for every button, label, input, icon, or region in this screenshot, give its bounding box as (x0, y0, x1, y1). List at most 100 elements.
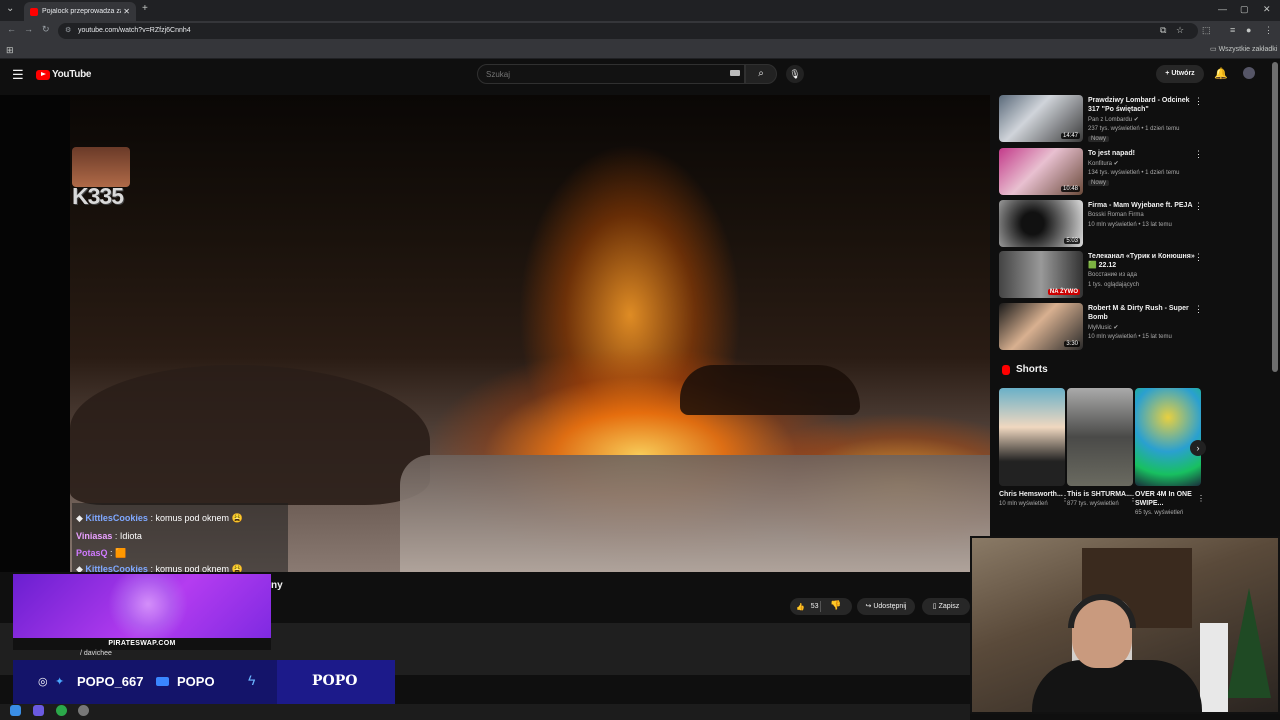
recommendation-channel[interactable]: Bosski Roman Firma (1088, 212, 1144, 218)
short-thumbnail[interactable] (1067, 388, 1133, 486)
recommendation-title[interactable]: Телеканал «Турик и Конюшня» 🟩 22.12 (1088, 252, 1198, 270)
recommendation-thumbnail[interactable]: 5:03 (999, 200, 1083, 247)
recommendation-title[interactable]: Robert M & Dirty Rush - Super Bomb (1088, 304, 1198, 322)
bookmarks-bar (0, 41, 1280, 59)
recommendation-channel[interactable]: MyMusic ✔ (1088, 324, 1118, 331)
recommendation-item[interactable]: 5:03 Firma - Mam Wyjebane ft. PEJA Bossk… (999, 200, 1209, 250)
notifications-bell-icon[interactable]: 🔔 (1214, 67, 1228, 80)
mic-icon: 🎙 (789, 69, 801, 79)
like-separator (820, 601, 821, 612)
maximize-button[interactable]: ▢ (1240, 4, 1249, 15)
bookmark-star-icon[interactable]: ☆ (1176, 25, 1184, 36)
browser-tab[interactable]: Pojalock przeprowadza zamach ✕ (24, 2, 136, 21)
window-close-button[interactable]: ✕ (1263, 4, 1271, 15)
taskbar (0, 704, 970, 720)
short-views: 877 tys. wyświetleń (1067, 501, 1119, 507)
recommendation-title[interactable]: Firma - Mam Wyjebane ft. PEJA (1088, 201, 1198, 210)
search-input[interactable] (477, 64, 745, 84)
recommendation-thumbnail[interactable]: NA ŻYWO (999, 251, 1083, 298)
recommendation-channel[interactable]: Pan z Lombardu ✔ (1088, 116, 1139, 123)
extensions-icon[interactable]: ⬚ (1202, 25, 1211, 36)
duration-badge: 10:48 (1060, 186, 1080, 192)
profile-icon[interactable]: ● (1246, 25, 1251, 35)
page-scrollbar[interactable] (1272, 62, 1278, 372)
video-title: ny (271, 580, 283, 591)
youtube-logo[interactable]: YouTube (36, 69, 92, 80)
chat-message: komus pod oknem 😩 (155, 513, 243, 523)
webcam-feed (970, 536, 1280, 714)
like-icon[interactable]: 👍 (796, 603, 805, 611)
recommendation-item[interactable]: NA ŻYWO Телеканал «Турик и Конюшня» 🟩 22… (999, 251, 1209, 301)
account-avatar[interactable] (1243, 67, 1255, 79)
more-options-icon[interactable]: ⋮ (1194, 201, 1203, 212)
recommendation-title[interactable]: To jest napad! (1088, 149, 1198, 158)
minimize-button[interactable]: — (1218, 4, 1227, 14)
apps-grid-icon[interactable]: ⊞ (6, 45, 14, 56)
share-button[interactable]: ↪ Udostępnij (857, 598, 915, 615)
shorts-next-button[interactable]: › (1190, 440, 1206, 456)
search-button[interactable]: ⌕ (745, 64, 777, 84)
youtube-favicon-icon (30, 7, 38, 16)
close-tab-icon[interactable]: ✕ (123, 7, 130, 16)
reload-icon[interactable]: ↻ (42, 24, 50, 35)
recommendation-thumbnail[interactable]: 3:30 (999, 303, 1083, 350)
video-player[interactable] (0, 95, 990, 572)
app-icon[interactable] (33, 705, 44, 716)
start-icon[interactable] (10, 705, 21, 716)
save-button[interactable]: ▯ Zapisz (922, 598, 970, 615)
sponsor-url: PIRATESWAP.COM (108, 640, 176, 647)
compass-graphic (108, 574, 188, 644)
tab-search-icon[interactable]: ⌄ (6, 3, 14, 14)
recommendation-channel[interactable]: Konfitura ✔ (1088, 160, 1119, 167)
dislike-icon[interactable]: 👎 (830, 600, 841, 611)
install-app-icon[interactable]: ⧉ (1160, 25, 1166, 36)
hamburger-menu-icon[interactable]: ☰ (12, 67, 24, 83)
tab-title: Pojalock przeprowadza zamach (42, 8, 121, 15)
more-options-icon[interactable]: ⋮ (1194, 96, 1203, 107)
streamer-body (1032, 660, 1202, 712)
recommendation-item[interactable]: 14:47 Prawdziwy Lombard - Odcinek 317 "P… (999, 95, 1209, 145)
chat-message: 🟧 (115, 548, 127, 558)
menu-icon[interactable]: ⋮ (1264, 25, 1273, 36)
recommendation-title[interactable]: Prawdziwy Lombard - Odcinek 317 "Po świę… (1088, 96, 1198, 114)
keyboard-icon[interactable] (730, 70, 740, 76)
short-title[interactable]: This is SHTURMA... (1067, 490, 1133, 499)
recommendation-channel[interactable]: Восстание из ада (1088, 272, 1137, 278)
more-options-icon[interactable]: ⋮ (1194, 149, 1203, 160)
video-dark-mound (70, 365, 430, 505)
recommendation-meta: 10 mln wyświetleń • 15 lat temu (1088, 334, 1172, 340)
back-icon[interactable]: ← (7, 24, 16, 34)
short-title[interactable]: Chris Hemsworth... (999, 490, 1065, 499)
short-item[interactable]: Chris Hemsworth... 10 mln wyświetleń ⋮ (999, 388, 1069, 508)
short-title[interactable]: OVER 4M In ONE SWIPE... (1135, 490, 1201, 508)
short-thumbnail[interactable] (999, 388, 1065, 486)
video-snow (400, 455, 990, 572)
site-info-icon[interactable]: ⚙ (65, 23, 71, 39)
chrome-icon[interactable] (56, 705, 67, 716)
like-dislike-group[interactable]: 👍 53 👎 (790, 598, 852, 615)
recommendation-thumbnail[interactable]: 14:47 (999, 95, 1083, 142)
all-bookmarks-button[interactable]: ▭ Wszystkie zakładki (1210, 45, 1277, 53)
more-options-icon[interactable]: ⋮ (1194, 304, 1203, 315)
recommendation-item[interactable]: 3:30 Robert M & Dirty Rush - Super Bomb … (999, 303, 1209, 353)
app-icon[interactable] (78, 705, 89, 716)
short-thumbnail[interactable] (1135, 388, 1201, 486)
new-tab-button[interactable]: + (142, 3, 148, 14)
create-button[interactable]: + Utwórz (1156, 65, 1204, 83)
new-badge: Nowy (1088, 136, 1110, 142)
recommendation-item[interactable]: 10:48 To jest napad! Konfitura ✔ 134 tys… (999, 148, 1209, 198)
more-options-icon[interactable]: ⋮ (1194, 252, 1203, 263)
shorts-header: Shorts (1002, 364, 1048, 375)
stream-chat-overlay: ◆ KittlesCookies : komus pod oknem 😩 Vin… (72, 503, 288, 575)
short-item[interactable]: This is SHTURMA... 877 tys. wyświetleń ⋮ (1067, 388, 1137, 508)
chat-line: PotasQ : 🟧 (76, 548, 127, 558)
address-bar[interactable]: ⚙ youtube.com/watch?v=RZfzj6Cnnh4 (58, 23, 1198, 39)
voice-search-button[interactable]: 🎙 (786, 65, 804, 83)
sponsor-banner: PIRATESWAP.COM (13, 574, 271, 650)
youtube-small-icon (156, 677, 169, 686)
media-icon[interactable]: ≡ (1230, 25, 1235, 35)
more-options-icon[interactable]: ⋮ (1197, 494, 1205, 503)
brand-name: POPO (312, 673, 358, 689)
recommendation-thumbnail[interactable]: 10:48 (999, 148, 1083, 195)
forward-icon[interactable]: → (24, 24, 33, 34)
